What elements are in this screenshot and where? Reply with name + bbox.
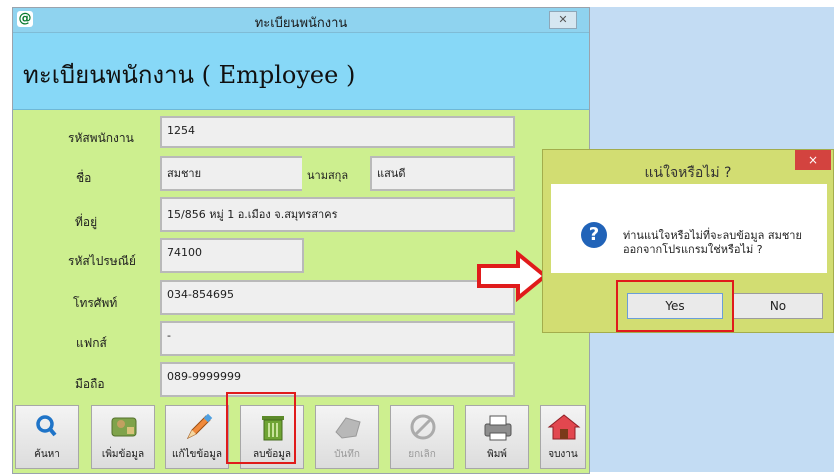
search-button-label: ค้นหา	[34, 449, 60, 460]
print-button-label: พิมพ์	[487, 449, 507, 460]
add-record-icon	[92, 412, 154, 442]
edit-button-label: แก้ไขข้อมูล	[172, 449, 222, 460]
cancel-button-label: ยกเลิก	[408, 449, 436, 460]
first-name-label: ชื่อ	[76, 171, 92, 185]
search-icon	[16, 412, 78, 442]
add-button[interactable]: เพิ่มข้อมูล	[91, 405, 155, 469]
employee-id-field[interactable]: 1254	[160, 116, 515, 148]
printer-icon	[466, 412, 528, 442]
employee-window: @ ทะเบียนพนักงาน ✕ ทะเบียนพนักงาน ( Empl…	[12, 7, 590, 474]
phone-field[interactable]: 034-854695	[160, 280, 515, 315]
postal-code-label: รหัสไปรษณีย์	[68, 254, 136, 268]
edit-button[interactable]: แก้ไขข้อมูล	[165, 405, 229, 469]
last-name-label: นามสกุล	[302, 156, 370, 191]
dialog-message-line2: ออกจากโปรแกรมใช่หรือไม่ ?	[623, 243, 763, 256]
question-icon: ?	[581, 222, 607, 248]
add-button-label: เพิ่มข้อมูล	[101, 449, 145, 460]
phone-label: โทรศัพท์	[73, 296, 118, 310]
pencil-icon	[166, 412, 228, 442]
red-arrow	[477, 250, 548, 302]
window-close-button[interactable]: ✕	[549, 11, 577, 29]
cancel-icon	[391, 412, 453, 442]
save-button-label: บันทึก	[334, 449, 360, 460]
fax-label: แฟกส์	[76, 336, 107, 350]
title-bar[interactable]: @ ทะเบียนพนักงาน ✕	[13, 8, 589, 33]
dialog-close-button[interactable]: ×	[795, 150, 831, 170]
address-label: ที่อยู่	[75, 215, 98, 229]
address-field[interactable]: 15/856 หมู่ 1 อ.เมือง จ.สมุทรสาคร	[160, 197, 515, 232]
window-title: ทะเบียนพนักงาน	[254, 16, 348, 31]
fax-field[interactable]: -	[160, 321, 515, 356]
no-button[interactable]: No	[733, 293, 823, 319]
dialog-message-area: ? ท่านแน่ใจหรือไม่ที่จะลบข้อมูล สมชาย ออ…	[551, 184, 827, 273]
exit-button-label: จบงาน	[548, 449, 578, 460]
print-button[interactable]: พิมพ์	[465, 405, 529, 469]
delete-highlight-box	[226, 392, 296, 464]
home-icon	[541, 412, 585, 442]
last-name-field[interactable]: แสนดี	[370, 156, 515, 191]
search-button[interactable]: ค้นหา	[15, 405, 79, 469]
first-name-field[interactable]: สมชาย	[160, 156, 304, 191]
postal-code-field[interactable]: 74100	[160, 238, 304, 273]
employee-id-label: รหัสพนักงาน	[68, 131, 134, 145]
form-header: ทะเบียนพนักงาน ( Employee )	[13, 33, 589, 110]
cancel-button[interactable]: ยกเลิก	[390, 405, 454, 469]
exit-button[interactable]: จบงาน	[540, 405, 586, 469]
mobile-label: มือถือ	[75, 377, 105, 391]
dialog-title: แน่ใจหรือไม่ ?	[644, 165, 732, 181]
save-button[interactable]: บันทึก	[315, 405, 379, 469]
yes-highlight-box	[616, 280, 734, 332]
mobile-field[interactable]: 089-9999999	[160, 362, 515, 397]
save-icon	[316, 412, 378, 442]
page-title: ทะเบียนพนักงาน ( Employee )	[23, 61, 356, 89]
